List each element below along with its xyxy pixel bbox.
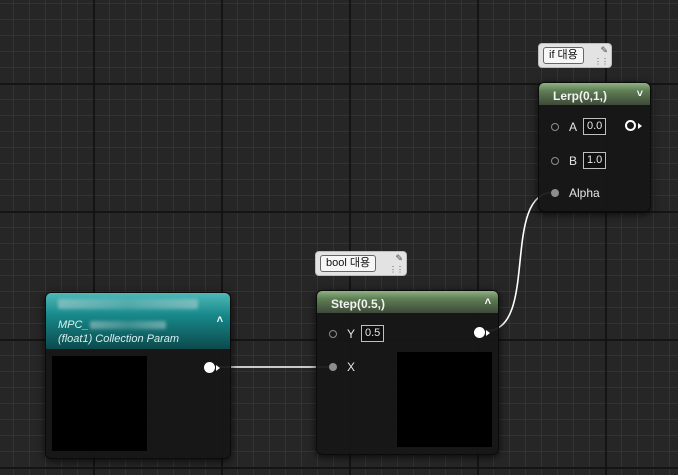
comment-grip-icon: ⋮⋮ xyxy=(594,57,609,66)
lerp-node[interactable]: Lerp(0,1,) ˅ A 0.0 B 1.0 Alpha xyxy=(538,82,651,212)
step-pin-x[interactable] xyxy=(329,363,337,371)
mpc-node-header[interactable]: MPC_ (float1) Collection Param ˄ xyxy=(46,293,230,349)
step-node[interactable]: Step(0.5,) ˄ Y 0.5 X xyxy=(316,290,499,455)
mpc-collection-param-node[interactable]: MPC_ (float1) Collection Param ˄ xyxy=(45,292,231,459)
pin-comment-icon[interactable]: ✎ xyxy=(600,45,608,56)
lerp-pin-b-label: B xyxy=(569,154,578,168)
step-node-header[interactable]: Step(0.5,) ˄ xyxy=(317,291,498,313)
obscured-param-name xyxy=(90,321,166,329)
lerp-pin-alpha-label: Alpha xyxy=(569,186,600,200)
step-pin-x-label: X xyxy=(347,360,356,374)
output-arrow-icon xyxy=(486,330,490,336)
lerp-a-value-field[interactable]: 0.0 xyxy=(583,118,607,135)
pin-comment-icon[interactable]: ✎ xyxy=(395,253,403,264)
lerp-pin-a-label: A xyxy=(569,120,578,134)
step-comment-bubble[interactable]: bool 대용 ✎ ⋮⋮ xyxy=(315,251,407,276)
mpc-node-subtitle: (float1) Collection Param xyxy=(58,333,180,345)
step-preview-thumbnail xyxy=(397,352,492,447)
step-pin-y-label: Y xyxy=(347,327,356,341)
lerp-b-value-field[interactable]: 1.0 xyxy=(583,152,607,169)
lerp-node-header[interactable]: Lerp(0,1,) ˅ xyxy=(539,83,650,105)
obscured-title-text xyxy=(58,299,198,309)
chevron-up-icon[interactable]: ˄ xyxy=(485,297,491,308)
lerp-node-title: Lerp(0,1,) xyxy=(553,89,608,103)
lerp-output-pin[interactable] xyxy=(625,120,636,131)
lerp-pin-b[interactable] xyxy=(551,157,559,165)
mpc-output-pin[interactable] xyxy=(204,362,215,373)
mpc-preview-thumbnail xyxy=(52,356,147,451)
output-arrow-icon xyxy=(216,365,220,371)
step-node-title: Step(0.5,) xyxy=(331,297,386,311)
mpc-name-prefix: MPC_ xyxy=(58,319,89,331)
chevron-up-icon[interactable]: ˄ xyxy=(217,315,223,326)
step-pin-y[interactable] xyxy=(329,330,337,338)
lerp-pin-a[interactable] xyxy=(551,123,559,131)
lerp-comment-text: if 대용 xyxy=(543,47,584,64)
output-arrow-icon xyxy=(638,123,642,129)
step-comment-text: bool 대용 xyxy=(320,255,377,272)
step-output-pin[interactable] xyxy=(474,327,485,338)
step-y-value-field[interactable]: 0.5 xyxy=(361,325,385,342)
comment-grip-icon: ⋮⋮ xyxy=(389,265,404,274)
lerp-comment-bubble[interactable]: if 대용 ✎ ⋮⋮ xyxy=(538,43,612,68)
lerp-pin-alpha[interactable] xyxy=(551,189,559,197)
chevron-down-icon[interactable]: ˅ xyxy=(637,89,643,100)
